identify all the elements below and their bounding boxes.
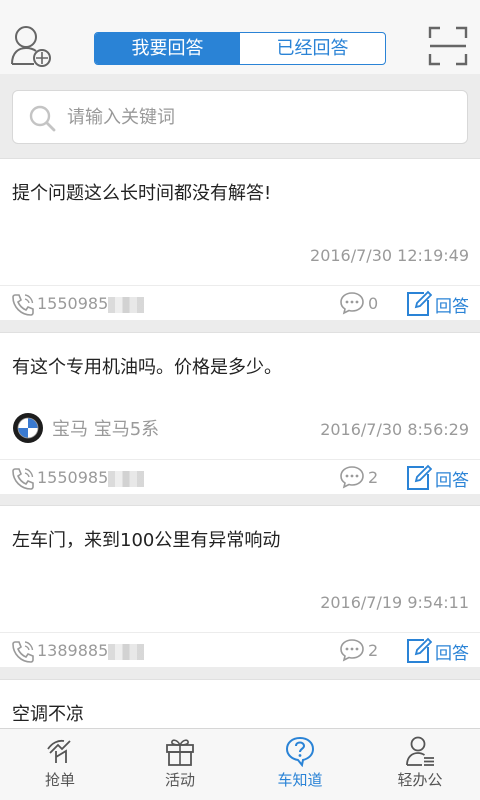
question-time: 2016/7/30 8:56:29 (320, 420, 469, 439)
phone-icon[interactable] (10, 639, 36, 665)
answer-button[interactable]: 回答 (404, 463, 469, 493)
phone-icon[interactable] (10, 292, 36, 318)
tab-to-answer[interactable]: 我要回答 (95, 33, 240, 64)
tabbar-item-activity[interactable]: 活动 (120, 729, 240, 800)
question-time: 2016/7/19 9:54:11 (320, 593, 469, 612)
grab-order-icon (47, 739, 71, 763)
search-input[interactable] (67, 91, 457, 143)
tabbar-label: 活动 (164, 771, 195, 789)
edit-icon (407, 290, 432, 316)
question-card[interactable]: 空调不凉 (0, 679, 480, 728)
bmw-logo-icon (13, 413, 43, 443)
card-footer: 1550985 2 回答 (0, 459, 480, 495)
answer-label: 回答 (435, 296, 469, 317)
question-title: 左车门，来到100公里有异常响动 (12, 530, 281, 551)
masked-digits (108, 644, 144, 660)
phone-number: 1550985 (37, 468, 109, 487)
answer-button[interactable]: 回答 (404, 636, 469, 666)
card-footer: 1550985 0 回答 (0, 285, 480, 321)
car-model: 宝马 宝马5系 (52, 419, 160, 440)
phone-number: 1550985 (37, 294, 109, 313)
comment-icon[interactable] (339, 291, 365, 315)
question-card[interactable]: 左车门，来到100公里有异常响动 2016/7/19 9:54:11 13898… (0, 505, 480, 667)
question-bubble-icon (285, 736, 315, 767)
tab-answered[interactable]: 已经回答 (240, 33, 385, 64)
tabbar-label: 车知道 (277, 771, 323, 789)
question-time: 2016/7/30 12:19:49 (310, 246, 469, 265)
tabbar-label: 抢单 (44, 771, 75, 789)
question-title: 有这个专用机油吗。价格是多少。 (12, 357, 282, 378)
bottom-tab-bar: 抢单 活动 车知道 轻办公 (0, 728, 480, 800)
answer-label: 回答 (435, 470, 469, 491)
answer-button[interactable]: 回答 (404, 289, 469, 319)
question-title: 提个问题这么长时间都没有解答! (12, 183, 272, 204)
comment-count: 2 (368, 641, 379, 660)
gift-icon (166, 739, 194, 766)
masked-digits (108, 471, 144, 487)
comment-icon[interactable] (339, 638, 365, 662)
user-settings-icon[interactable] (10, 24, 52, 68)
comment-count: 2 (368, 468, 379, 487)
tabbar-item-office[interactable]: 轻办公 (360, 729, 480, 800)
edit-icon (407, 464, 432, 490)
tabbar-item-grab-order[interactable]: 抢单 (0, 729, 120, 800)
answer-tabs: 我要回答 已经回答 (94, 32, 386, 65)
card-footer: 1389885 2 回答 (0, 632, 480, 668)
masked-digits (108, 297, 144, 313)
answer-label: 回答 (435, 643, 469, 664)
tabbar-label: 轻办公 (397, 771, 443, 789)
car-info: 宝马 宝马5系 (12, 411, 159, 445)
comment-icon[interactable] (339, 465, 365, 489)
office-user-icon (406, 736, 434, 766)
question-title: 空调不凉 (12, 704, 84, 725)
phone-number: 1389885 (37, 641, 109, 660)
search-bar[interactable] (12, 90, 468, 144)
search-icon (29, 105, 56, 132)
comment-count: 0 (368, 294, 379, 313)
phone-icon[interactable] (10, 466, 36, 492)
tabbar-item-car-know[interactable]: 车知道 (240, 729, 360, 800)
question-card[interactable]: 有这个专用机油吗。价格是多少。 宝马 宝马5系 2016/7/30 8:56:2… (0, 332, 480, 494)
top-header: 我要回答 已经回答 (0, 0, 480, 74)
scan-icon[interactable] (428, 26, 468, 66)
edit-icon (407, 637, 432, 663)
question-card[interactable]: 提个问题这么长时间都没有解答! 2016/7/30 12:19:49 15509… (0, 158, 480, 320)
